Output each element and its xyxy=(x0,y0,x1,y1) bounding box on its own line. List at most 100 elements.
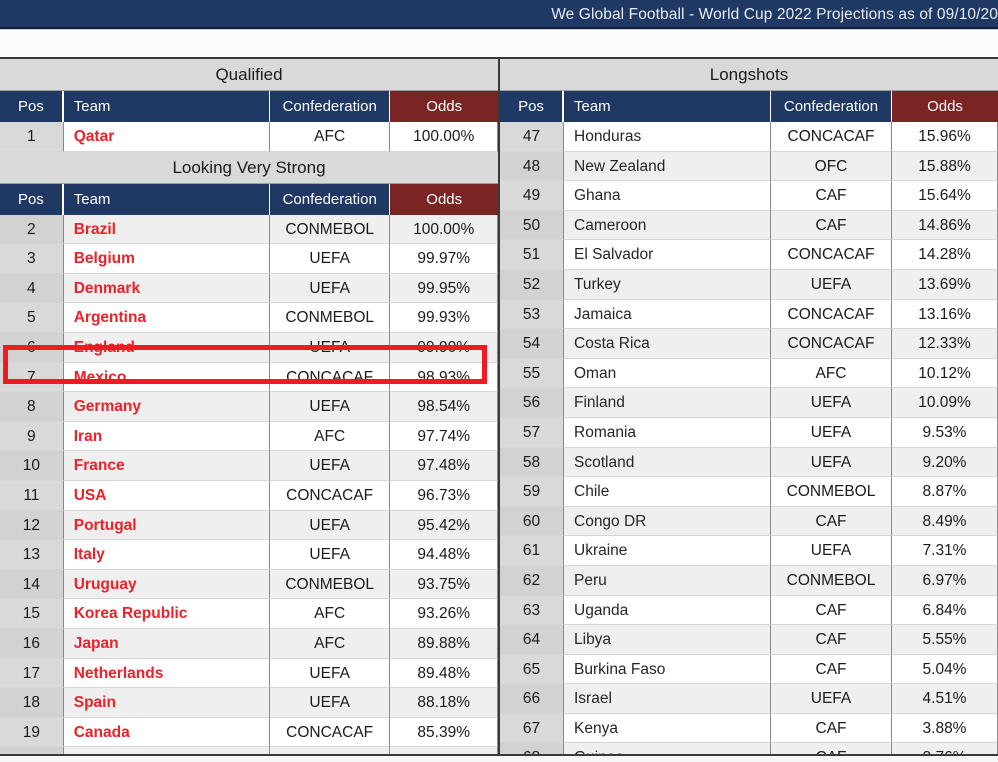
longshots-table-row[interactable]: 57 Romania UEFA 9.53% xyxy=(500,417,998,448)
longshots-table-row[interactable]: 62 Peru CONMEBOL 6.97% xyxy=(500,565,998,596)
qualified-table-row[interactable]: 9 Iran AFC 97.74% xyxy=(0,421,498,452)
longshots-table-row[interactable]: 47 Honduras CONCACAF 15.96% xyxy=(500,122,998,152)
longshots-table-row[interactable]: 53 Jamaica CONCACAF 13.16% xyxy=(500,299,998,330)
qualified-team-name: Canada xyxy=(73,723,130,741)
longshots-table-row[interactable]: 58 Scotland UEFA 9.20% xyxy=(500,447,998,478)
qualified-cell-confederation: CONMEBOL xyxy=(269,214,391,245)
qualified-cell-confederation: CONCACAF xyxy=(269,480,391,511)
qualified-cell-team: Canada xyxy=(62,717,270,748)
longshots-team-name: Ukraine xyxy=(574,542,628,560)
longshots-table-row[interactable]: 54 Costa Rica CONCACAF 12.33% xyxy=(500,329,998,359)
longshots-table-row[interactable]: 63 Uganda CAF 6.84% xyxy=(500,595,998,626)
qualified-cell-confederation: UEFA xyxy=(269,688,391,718)
longshots-table-row[interactable]: 51 El Salvador CONCACAF 14.28% xyxy=(500,240,998,270)
qualified-cell-confederation: AFC xyxy=(269,599,391,629)
longshots-cell-team: Costa Rica xyxy=(563,329,771,359)
longshots-cell-confederation: UEFA xyxy=(771,417,892,448)
longshots-table-row[interactable]: 56 Finland UEFA 10.09% xyxy=(500,388,998,418)
qualified-team-name: Belgium xyxy=(73,250,135,268)
qualified-table-row[interactable]: 2 Brazil CONMEBOL 100.00% xyxy=(0,214,498,245)
longshots-table-row[interactable]: 50 Cameroon CAF 14.86% xyxy=(500,210,998,241)
longshots-cell-pos: 51 xyxy=(500,240,563,270)
qualified-table-row[interactable]: 11 USA CONCACAF 96.73% xyxy=(0,480,498,511)
longshots-cell-team: New Zealand xyxy=(563,151,771,182)
longshots-cell-pos: 49 xyxy=(500,181,563,211)
longshots-table-row[interactable]: 55 Oman AFC 10.12% xyxy=(500,358,998,389)
longshots-table-row[interactable]: 65 Burkina Faso CAF 5.04% xyxy=(500,654,998,685)
qualified-team-name: France xyxy=(73,457,125,475)
qualified-cell-confederation: UEFA xyxy=(269,451,391,481)
qualified-table-row[interactable]: 19 Canada CONCACAF 85.39% xyxy=(0,717,498,748)
qualified-team-name: Italy xyxy=(73,546,105,564)
longshots-team-name: Scotland xyxy=(574,453,635,471)
longshots-cell-odds: 10.12% xyxy=(892,358,998,389)
qualified-table-row[interactable]: 14 Uruguay CONMEBOL 93.75% xyxy=(0,569,498,600)
qualified-table-row[interactable]: 10 France UEFA 97.48% xyxy=(0,451,498,481)
longshots-cell-team: Romania xyxy=(563,417,771,448)
longshots-cell-odds: 13.16% xyxy=(892,299,998,330)
longshots-cell-odds: 6.84% xyxy=(892,595,998,626)
longshots-table-row[interactable]: 48 New Zealand OFC 15.88% xyxy=(500,151,998,182)
longshots-team-name: Chile xyxy=(574,483,610,501)
qualified-table-row[interactable]: 17 Netherlands UEFA 89.48% xyxy=(0,658,498,689)
longshots-header-confederation: Confederation xyxy=(771,91,892,122)
qualified-team-name: Mexico xyxy=(73,368,127,386)
qualified-table-row[interactable]: 13 Italy UEFA 94.48% xyxy=(0,540,498,570)
qualified-table-row[interactable]: 6 England UEFA 99.90% xyxy=(0,332,498,363)
qualified-table-row[interactable]: 8 Germany UEFA 98.54% xyxy=(0,392,498,422)
screenshot-root: We Global Football - World Cup 2022 Proj… xyxy=(0,0,998,762)
section-band-longshots: Longshots xyxy=(500,59,998,91)
qualified-table-row[interactable]: 5 Argentina CONMEBOL 99.93% xyxy=(0,303,498,333)
qualified-table-row[interactable]: 12 Portugal UEFA 95.42% xyxy=(0,510,498,541)
toolbar-strip xyxy=(0,29,998,59)
qualified-table-row[interactable]: 1 Qatar AFC 100.00% xyxy=(0,122,498,152)
qualified-table-row[interactable]: 16 Japan AFC 89.88% xyxy=(0,628,498,659)
qualified-team-name: Denmark xyxy=(73,279,141,297)
qualified-cell-pos: 5 xyxy=(0,303,63,333)
longshots-team-name: Uganda xyxy=(574,601,629,619)
qualified-cell-confederation: UEFA xyxy=(269,540,391,570)
qualified-table-row[interactable]: 4 Denmark UEFA 99.95% xyxy=(0,273,498,304)
longshots-cell-pos: 67 xyxy=(500,713,563,744)
longshots-table-row[interactable]: 66 Israel UEFA 4.51% xyxy=(500,684,998,714)
qualified-table-row[interactable]: 15 Korea Republic AFC 93.26% xyxy=(0,599,498,629)
longshots-table-row[interactable]: 52 Turkey UEFA 13.69% xyxy=(500,269,998,300)
longshots-cell-team: Uganda xyxy=(563,595,771,626)
longshots-cell-confederation: CONCACAF xyxy=(771,240,892,270)
longshots-table-row[interactable]: 59 Chile CONMEBOL 8.87% xyxy=(500,477,998,507)
longshots-team-name: Turkey xyxy=(574,275,621,293)
qualified-header-confederation: Confederation xyxy=(269,91,391,122)
qualified-team-name: USA xyxy=(73,486,107,504)
longshots-team-name: Cameroon xyxy=(574,216,647,234)
qualified-cell-team: Mexico xyxy=(62,362,270,393)
qualified-cell-odds: 98.54% xyxy=(390,392,498,422)
qualified-cell-pos: 4 xyxy=(0,273,63,304)
longshots-cell-odds: 14.28% xyxy=(892,240,998,270)
longshots-table-row[interactable]: 64 Libya CAF 5.55% xyxy=(500,625,998,655)
qualified-cell-odds: 99.97% xyxy=(390,244,498,274)
qualified-table: Qualified Pos Team Confederation Odds 1 Qatar A… xyxy=(0,59,500,762)
longshots-cell-team: El Salvador xyxy=(563,240,771,270)
qualified-table-row[interactable]: 18 Spain UEFA 88.18% xyxy=(0,688,498,718)
longshots-table-row[interactable]: 61 Ukraine UEFA 7.31% xyxy=(500,536,998,566)
qualified-table-row[interactable]: 7 Mexico CONCACAF 98.93% xyxy=(0,362,498,393)
longshots-cell-confederation: AFC xyxy=(771,358,892,389)
longshots-cell-confederation: UEFA xyxy=(771,536,892,566)
qualified-cell-confederation: CONMEBOL xyxy=(269,569,391,600)
qualified-cell-pos: 14 xyxy=(0,569,63,600)
longshots-cell-team: Congo DR xyxy=(563,506,771,537)
longshots-column-header-row: Pos Team Confederation Odds xyxy=(500,91,998,122)
longshots-cell-pos: 48 xyxy=(500,151,563,182)
longshots-cell-pos: 47 xyxy=(500,122,563,152)
longshots-cell-odds: 15.88% xyxy=(892,151,998,182)
longshots-cell-confederation: UEFA xyxy=(771,684,892,714)
longshots-table-row[interactable]: 49 Ghana CAF 15.64% xyxy=(500,181,998,211)
qualified-table-row[interactable]: 3 Belgium UEFA 99.97% xyxy=(0,244,498,274)
longshots-table-row[interactable]: 60 Congo DR CAF 8.49% xyxy=(500,506,998,537)
longshots-table-row[interactable]: 67 Kenya CAF 3.88% xyxy=(500,713,998,744)
longshots-cell-confederation: CONCACAF xyxy=(771,299,892,330)
qualified-cell-confederation: AFC xyxy=(269,122,391,152)
longshots-cell-odds: 4.51% xyxy=(892,684,998,714)
longshots-cell-team: Israel xyxy=(563,684,771,714)
qualified-cell-pos: 13 xyxy=(0,540,63,570)
